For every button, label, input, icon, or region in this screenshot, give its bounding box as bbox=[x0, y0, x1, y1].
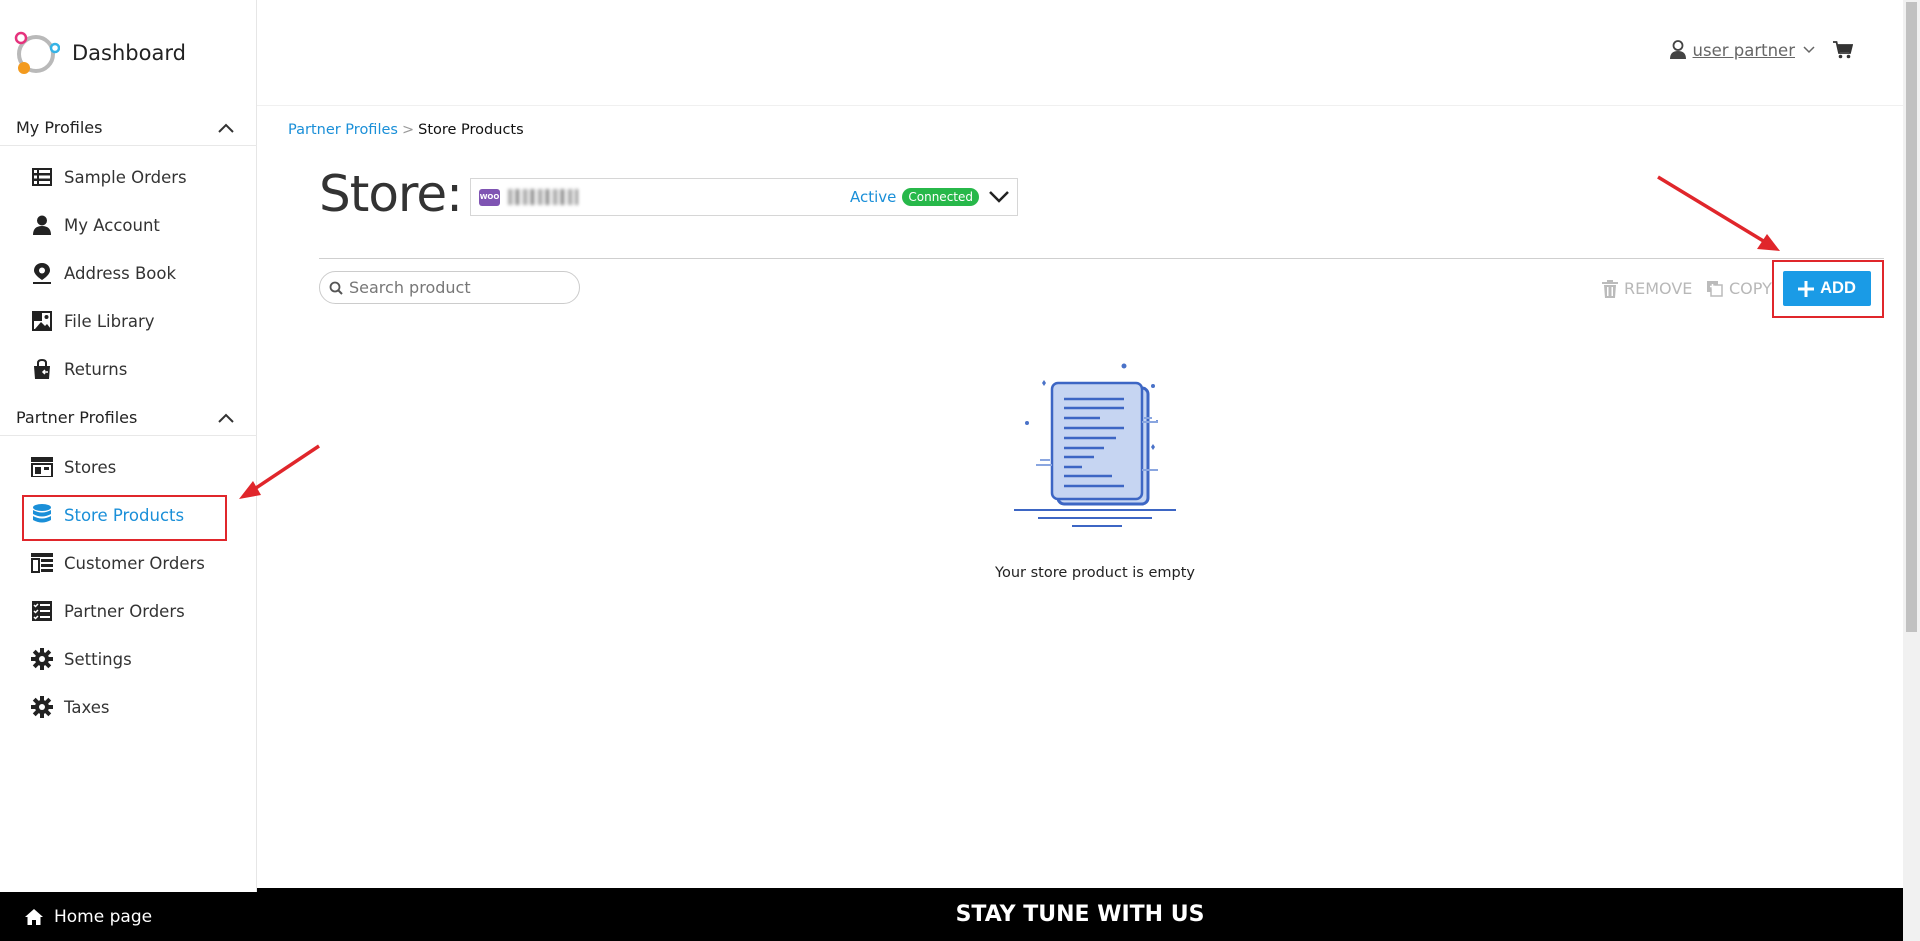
search-input[interactable] bbox=[349, 278, 569, 297]
store-label: Store: bbox=[319, 165, 463, 223]
sidebar-item-address-book[interactable]: Address Book bbox=[30, 258, 176, 288]
sidebar-item-label: Returns bbox=[64, 359, 128, 379]
chevron-down-icon[interactable] bbox=[989, 191, 1009, 203]
bag-return-icon bbox=[30, 357, 54, 381]
breadcrumb-partner-profiles[interactable]: Partner Profiles bbox=[288, 122, 398, 138]
trash-icon bbox=[1602, 279, 1618, 298]
store-icon bbox=[30, 455, 54, 479]
sidebar-item-customer-orders[interactable]: Customer Orders bbox=[30, 548, 205, 578]
remove-button[interactable]: REMOVE bbox=[1602, 279, 1692, 298]
partner-profiles-header[interactable]: Partner Profiles bbox=[16, 408, 234, 427]
cart-icon[interactable] bbox=[1833, 41, 1853, 59]
footer-banner: STAY TUNE WITH US bbox=[257, 888, 1903, 941]
sidebar-item-label: Taxes bbox=[64, 697, 110, 717]
sidebar-item-label: File Library bbox=[64, 311, 155, 331]
breadcrumb-separator: > bbox=[401, 122, 415, 138]
arrow-to-add bbox=[1657, 175, 1771, 247]
sidebar-item-file-library[interactable]: File Library bbox=[30, 306, 155, 336]
checklist-icon bbox=[30, 599, 54, 623]
empty-state-message: Your store product is empty bbox=[995, 565, 1195, 581]
image-icon bbox=[30, 309, 54, 333]
gear-icon bbox=[30, 647, 54, 671]
copy-button[interactable]: COPY bbox=[1707, 279, 1772, 298]
home-icon bbox=[24, 908, 44, 926]
sidebar-item-label: Stores bbox=[64, 457, 117, 477]
store-name-redacted bbox=[508, 189, 578, 205]
store-status: Active bbox=[849, 188, 897, 206]
top-header: user partner bbox=[257, 0, 1903, 106]
copy-label: COPY bbox=[1729, 279, 1772, 298]
sidebar-item-label: Settings bbox=[64, 649, 132, 669]
vertical-scrollbar[interactable] bbox=[1903, 0, 1920, 941]
sidebar: Dashboard My Profiles Sample Orders My A… bbox=[0, 0, 257, 892]
sidebar-item-sample-orders[interactable]: Sample Orders bbox=[30, 162, 187, 192]
copy-icon bbox=[1707, 280, 1723, 297]
annotation-highlight-box bbox=[1772, 260, 1884, 318]
connected-badge: Connected bbox=[902, 188, 979, 206]
map-pin-icon bbox=[30, 261, 54, 285]
footer-text: STAY TUNE WITH US bbox=[955, 902, 1205, 927]
search-icon bbox=[329, 281, 343, 295]
divider bbox=[0, 435, 257, 436]
list-icon bbox=[30, 165, 54, 189]
app: Dashboard My Profiles Sample Orders My A… bbox=[0, 0, 1920, 941]
logo-text: Dashboard bbox=[72, 41, 186, 65]
sidebar-item-label: Address Book bbox=[64, 263, 177, 283]
partner-profiles-title: Partner Profiles bbox=[16, 408, 138, 427]
home-page-label: Home page bbox=[54, 906, 153, 927]
gear-icon bbox=[30, 695, 54, 719]
annotation-arrows bbox=[239, 175, 1780, 499]
search-box[interactable] bbox=[319, 271, 580, 304]
logo[interactable]: Dashboard bbox=[14, 30, 186, 76]
store-selector[interactable]: WOO Active Connected bbox=[470, 178, 1018, 216]
sidebar-item-taxes[interactable]: Taxes bbox=[30, 692, 109, 722]
logo-icon bbox=[14, 31, 60, 74]
breadcrumb-current: Store Products bbox=[418, 122, 524, 138]
sidebar-item-label: Customer Orders bbox=[64, 553, 205, 573]
sidebar-item-returns[interactable]: Returns bbox=[30, 354, 127, 384]
user-icon bbox=[30, 213, 54, 237]
woocommerce-icon: WOO bbox=[479, 188, 500, 206]
sidebar-item-label: Partner Orders bbox=[64, 601, 185, 621]
arrow-to-store-products bbox=[249, 444, 320, 494]
sidebar-item-settings[interactable]: Settings bbox=[30, 644, 132, 674]
username-link[interactable]: user partner bbox=[1693, 41, 1795, 60]
home-page-link[interactable]: Home page bbox=[0, 892, 257, 941]
sidebar-item-stores[interactable]: Stores bbox=[30, 452, 116, 482]
my-profiles-title: My Profiles bbox=[16, 118, 103, 137]
divider bbox=[319, 258, 1884, 259]
annotation-highlight-box bbox=[22, 495, 227, 541]
sidebar-item-my-account[interactable]: My Account bbox=[30, 210, 160, 240]
sidebar-item-label: Sample Orders bbox=[64, 167, 187, 187]
order-list-icon bbox=[30, 551, 54, 575]
sidebar-item-partner-orders[interactable]: Partner Orders bbox=[30, 596, 185, 626]
my-profiles-header[interactable]: My Profiles bbox=[16, 118, 234, 137]
breadcrumb: Partner Profiles > Store Products bbox=[288, 122, 524, 138]
scrollbar-thumb[interactable] bbox=[1906, 2, 1917, 632]
chevron-up-icon[interactable] bbox=[218, 413, 234, 423]
user-icon bbox=[1669, 40, 1686, 59]
chevron-up-icon[interactable] bbox=[218, 123, 234, 133]
sidebar-item-label: My Account bbox=[64, 215, 160, 235]
user-menu[interactable]: user partner bbox=[1669, 40, 1853, 60]
remove-label: REMOVE bbox=[1624, 279, 1693, 298]
chevron-down-icon[interactable] bbox=[1803, 46, 1815, 54]
divider bbox=[0, 145, 257, 146]
empty-document-illustration bbox=[1014, 363, 1176, 527]
